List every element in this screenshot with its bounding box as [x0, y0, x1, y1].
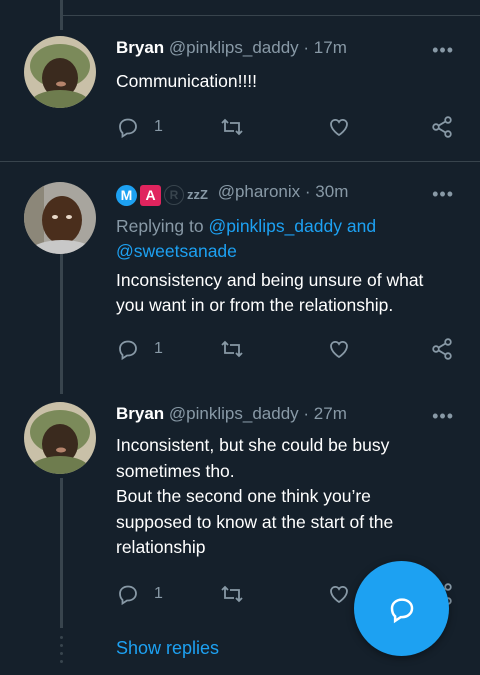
- like-button[interactable]: [327, 115, 351, 139]
- badge-zzz: zzZ: [187, 187, 208, 202]
- reply-button[interactable]: 1: [116, 337, 163, 361]
- tweet-text: Inconsistency and being unsure of what y…: [116, 268, 460, 318]
- avatar[interactable]: [24, 36, 96, 108]
- tweet-text: Communication!!!!: [116, 71, 258, 91]
- tweet-text-line: supposed to know at the start of the: [116, 511, 394, 532]
- reply-count: 1: [154, 585, 163, 602]
- tweet-actions: 1: [116, 115, 466, 143]
- tweet-text-line: Inconsistency and being unsure of what: [116, 269, 424, 290]
- separator-dot: ·: [304, 182, 311, 201]
- reply-count: 1: [154, 118, 163, 135]
- tweet-text-line: you want in or from the relationship.: [116, 294, 394, 315]
- like-icon: [330, 118, 348, 137]
- like-icon: [330, 585, 348, 604]
- more-options-icon[interactable]: •••: [432, 40, 454, 61]
- replying-to: Replying to @pinklips_daddy and @sweetsa…: [116, 214, 460, 264]
- tweet-text-line: Inconsistent, but she could be busy: [116, 435, 390, 455]
- tweet-text-line: Bout the second one think you’re: [116, 486, 371, 506]
- show-replies-link[interactable]: Show replies: [116, 638, 219, 659]
- more-options-icon[interactable]: •••: [432, 406, 454, 427]
- avatar[interactable]: [24, 182, 96, 254]
- reply-count: 1: [154, 340, 163, 357]
- share-button[interactable]: [430, 337, 454, 361]
- timeline: Bryan @pinklips_daddy · 17m Communicatio…: [0, 0, 480, 675]
- display-name[interactable]: Bryan: [116, 404, 164, 423]
- like-button[interactable]: [327, 337, 351, 361]
- timestamp[interactable]: 30m: [315, 182, 348, 201]
- retweet-icon: [221, 340, 243, 358]
- badge-r: R: [164, 184, 184, 205]
- mention-link[interactable]: @sweetsanade: [116, 241, 237, 261]
- more-options-icon[interactable]: •••: [432, 184, 454, 205]
- tweet-header: M A R zzZ @pharonix · 30m: [116, 181, 460, 206]
- retweet-icon: [221, 585, 243, 603]
- like-icon: [330, 340, 348, 359]
- replying-and: and: [346, 215, 377, 236]
- timestamp[interactable]: 17m: [314, 38, 347, 57]
- reply-button[interactable]: 1: [116, 115, 163, 139]
- reply-button[interactable]: 1: [116, 582, 163, 606]
- timestamp[interactable]: 27m: [314, 404, 347, 423]
- retweet-button[interactable]: [219, 582, 245, 606]
- share-icon: [432, 338, 452, 360]
- tweet-header: Bryan @pinklips_daddy · 27m: [116, 403, 460, 425]
- reply-icon: [119, 585, 137, 606]
- retweet-icon: [221, 118, 243, 136]
- user-handle[interactable]: @pinklips_daddy: [169, 38, 299, 57]
- display-name-badges[interactable]: M A R zzZ: [116, 184, 208, 206]
- tweet-header: Bryan @pinklips_daddy · 17m: [116, 37, 460, 59]
- retweet-button[interactable]: [219, 337, 245, 361]
- reply-icon: [119, 340, 137, 361]
- user-handle[interactable]: @pinklips_daddy: [169, 404, 299, 423]
- tweet-2[interactable]: M A R zzZ @pharonix · 30m Replying to @p…: [0, 162, 480, 392]
- tweet-content: Bryan @pinklips_daddy · 27m Inconsistent…: [116, 403, 460, 561]
- avatar[interactable]: [24, 402, 96, 474]
- replying-to-label: Replying to: [116, 215, 204, 236]
- badge-a: A: [140, 184, 161, 206]
- separator-dot: ·: [303, 404, 310, 423]
- thread-dotted-line: [60, 636, 63, 668]
- display-name[interactable]: Bryan: [116, 38, 164, 57]
- reply-icon: [119, 118, 137, 139]
- share-icon: [432, 116, 452, 138]
- mention-link[interactable]: @pinklips_daddy: [208, 216, 342, 236]
- like-button[interactable]: [327, 582, 351, 606]
- separator-dot: ·: [303, 38, 310, 57]
- badge-m: M: [116, 184, 137, 206]
- share-button[interactable]: [430, 115, 454, 139]
- tweet-text: Inconsistent, but she could be busy some…: [116, 433, 460, 561]
- tweet-text-line: relationship: [116, 537, 206, 557]
- tweet-1[interactable]: Bryan @pinklips_daddy · 17m Communicatio…: [0, 0, 480, 160]
- compose-reply-icon: [390, 597, 413, 623]
- retweet-button[interactable]: [219, 115, 245, 139]
- tweet-actions: 1: [116, 337, 466, 365]
- user-handle[interactable]: @pharonix: [218, 182, 300, 201]
- tweet-text-line: sometimes tho.: [116, 460, 235, 481]
- compose-reply-button[interactable]: [354, 561, 449, 656]
- tweet-content: M A R zzZ @pharonix · 30m Replying to @p…: [116, 181, 460, 318]
- tweet-content: Bryan @pinklips_daddy · 17m Communicatio…: [116, 37, 460, 94]
